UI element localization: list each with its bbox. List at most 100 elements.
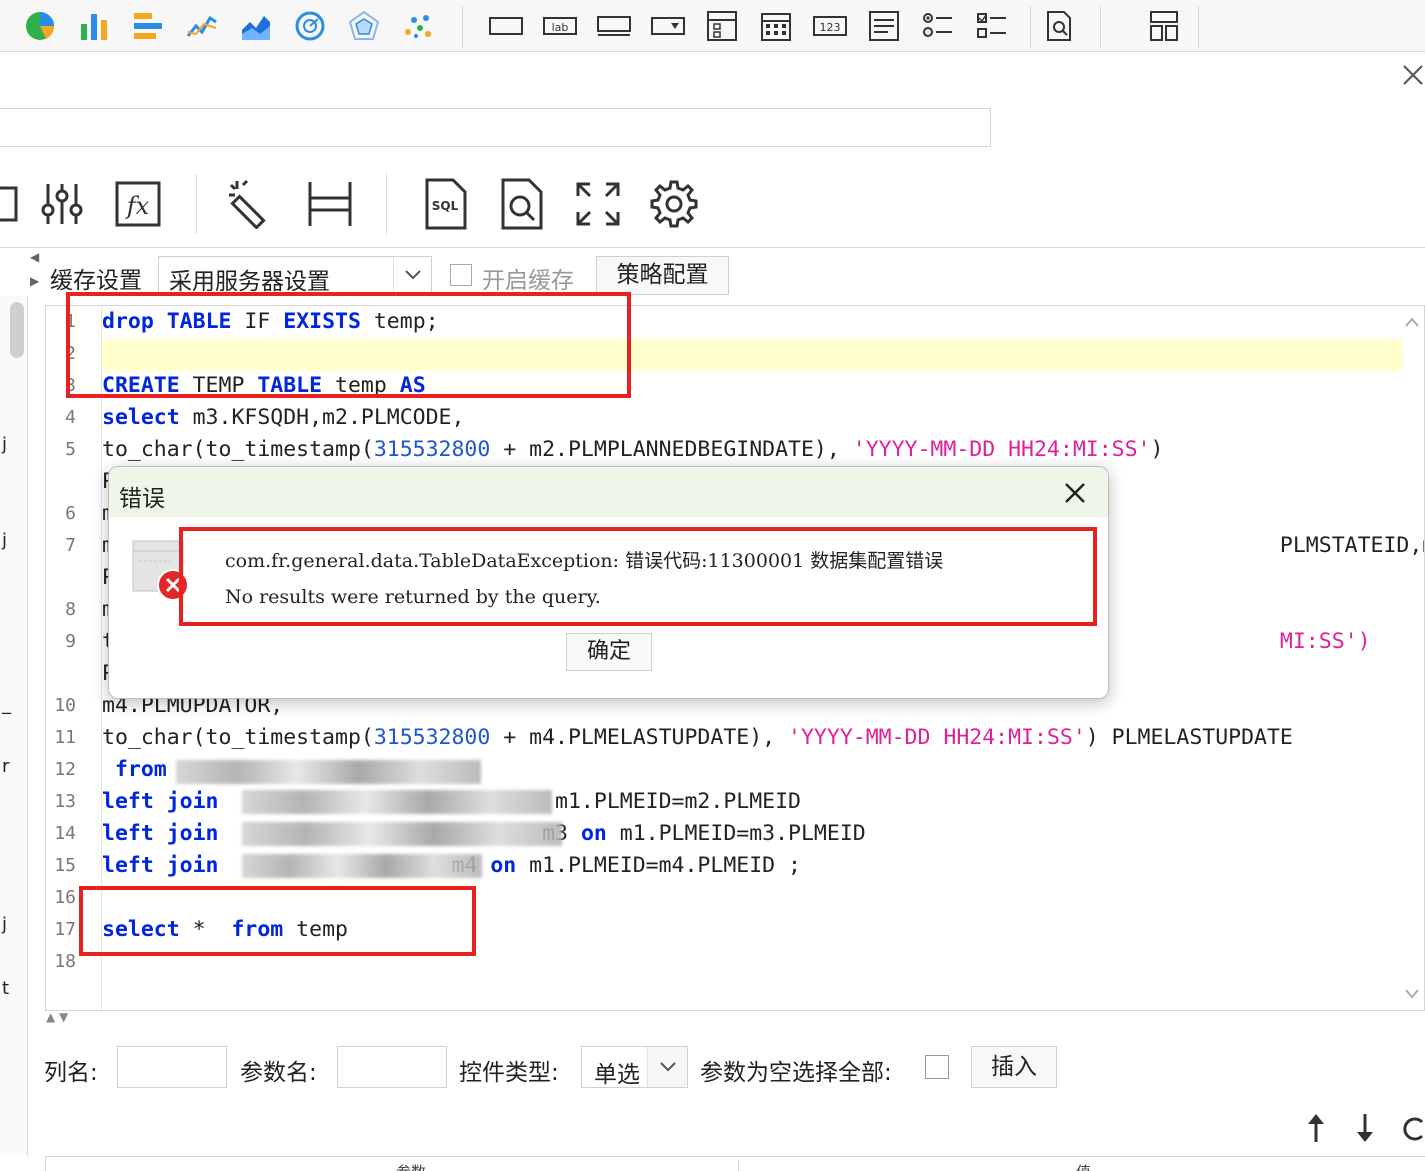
redacted-text	[242, 790, 552, 814]
column-name-input[interactable]	[117, 1046, 227, 1088]
tree-widget-icon[interactable]	[704, 8, 740, 44]
line-number: 15	[54, 855, 76, 876]
line-number: 14	[54, 823, 76, 844]
svg-text:lab: lab	[552, 21, 569, 34]
code-token: select	[102, 405, 180, 430]
code-text: select m3.KFSQDH,m2.PLMCODE,	[102, 402, 464, 434]
param-column-header: 参数	[396, 1161, 426, 1171]
code-token: + m2.PLMPLANNEDBEGINDATE),	[490, 437, 853, 462]
settings-gear-icon[interactable]	[646, 176, 702, 232]
chevron-down-icon[interactable]	[393, 257, 431, 293]
partial-icon[interactable]	[0, 176, 36, 232]
checkbox-group-icon[interactable]	[974, 8, 1010, 44]
dialog-title-bar: 错误	[109, 467, 1108, 517]
svg-text:123: 123	[820, 21, 841, 34]
code-token: MI:SS')	[1279, 629, 1371, 654]
fullscreen-icon[interactable]	[570, 176, 626, 232]
param-name-input[interactable]	[337, 1046, 447, 1088]
code-token: m3.KFSQDH,m2.PLMCODE,	[179, 405, 465, 430]
area-chart-icon[interactable]	[238, 8, 274, 44]
radio-group-icon[interactable]	[920, 8, 956, 44]
line-number: 11	[54, 727, 76, 748]
svg-text:fx: fx	[125, 192, 150, 220]
highlight-box-select-temp	[79, 886, 476, 956]
query-widget-icon[interactable]	[1042, 8, 1078, 44]
left-panel-scrollbar[interactable]	[10, 302, 24, 358]
line-number: 10	[54, 695, 76, 716]
highlight-box-error	[179, 527, 1097, 626]
button-widget-icon[interactable]	[596, 8, 632, 44]
code-token: ) PLMELASTUPDATE	[1085, 725, 1293, 750]
param-name-label: 参数名:	[240, 1060, 317, 1086]
gauge-chart-icon[interactable]	[292, 8, 328, 44]
layout-icon[interactable]	[1146, 8, 1182, 44]
line-number: 18	[54, 951, 76, 972]
parameter-sliders-icon[interactable]	[34, 176, 90, 232]
code-text: to_char(to_timestamp(315532800 + m2.PLMP…	[102, 434, 1163, 466]
dataset-name-input[interactable]	[0, 108, 991, 147]
dialog-close-icon[interactable]	[1059, 477, 1091, 509]
code-token: left join	[102, 821, 219, 846]
preview-icon[interactable]	[494, 176, 550, 232]
column-name-label: 列名:	[44, 1060, 98, 1086]
chevron-down-icon[interactable]	[647, 1047, 687, 1087]
close-icon[interactable]	[1400, 62, 1425, 88]
code-token: from	[102, 757, 167, 782]
highlight-box-create-temp	[66, 292, 631, 398]
dialog-title: 错误	[119, 486, 165, 512]
scatter-chart-icon[interactable]	[400, 8, 436, 44]
enable-cache-checkbox[interactable]	[450, 264, 472, 286]
insert-button[interactable]: 插入	[971, 1046, 1057, 1088]
horizontal-bar-chart-icon[interactable]	[130, 8, 166, 44]
column-width-icon[interactable]	[302, 176, 358, 232]
redacted-text	[242, 854, 482, 878]
arrow-down-icon[interactable]	[1349, 1110, 1381, 1146]
line-number: 16	[54, 887, 76, 908]
line-number: 17	[54, 919, 76, 940]
ok-button[interactable]: 确定	[566, 633, 652, 671]
cache-mode-select[interactable]: 采用服务器设置	[158, 256, 432, 295]
bar-chart-icon[interactable]	[76, 8, 112, 44]
code-token: 315532800	[373, 725, 491, 750]
dropdown-widget-icon[interactable]	[650, 8, 686, 44]
text-box-icon[interactable]	[488, 8, 524, 44]
line-number: 13	[54, 791, 76, 812]
refresh-icon[interactable]	[1398, 1110, 1425, 1146]
radar-chart-icon[interactable]	[346, 8, 382, 44]
expand-arrow-icon[interactable]: ▶	[30, 274, 39, 288]
cache-settings-label: 缓存设置	[50, 268, 142, 294]
empty-select-all-checkbox[interactable]	[925, 1055, 949, 1079]
date-widget-icon[interactable]	[758, 8, 794, 44]
arrow-up-icon[interactable]	[1300, 1110, 1332, 1146]
code-token: on	[490, 853, 517, 878]
empty-select-all-label: 参数为空选择全部:	[700, 1060, 892, 1086]
parameter-table-header: 参数 值	[45, 1156, 1425, 1171]
parameter-row: 列名: 参数名: 控件类型: 单选 参数为空选择全部: 插入	[0, 1044, 1425, 1092]
formula-icon[interactable]: fx	[110, 176, 166, 232]
magic-wand-icon[interactable]	[224, 176, 280, 232]
control-type-select[interactable]: 单选	[581, 1046, 688, 1088]
number-widget-icon[interactable]: 123	[812, 8, 848, 44]
cache-settings-row: ◀ ▶ 缓存设置 采用服务器设置 开启缓存 策略配置	[0, 250, 1425, 296]
label-icon[interactable]: lab	[542, 8, 578, 44]
editor-scrollbar[interactable]	[1400, 306, 1424, 1010]
code-token: to_char(to_timestamp(	[102, 725, 374, 750]
line-chart-icon[interactable]	[184, 8, 220, 44]
sql-file-icon[interactable]: SQL	[418, 176, 474, 232]
text-area-widget-icon[interactable]	[866, 8, 902, 44]
code-token: 315532800	[373, 437, 491, 462]
line-number: 7	[65, 535, 76, 556]
control-type-label: 控件类型:	[459, 1060, 559, 1086]
redacted-text	[176, 760, 481, 784]
strategy-config-button[interactable]: 策略配置	[596, 256, 729, 295]
collapse-arrow-icon[interactable]: ◀	[30, 250, 39, 264]
code-token: left join	[102, 789, 219, 814]
pie-chart-icon[interactable]	[22, 8, 58, 44]
splitter-arrows-icon[interactable]: ▲ ▼	[46, 1010, 68, 1024]
line-number: 4	[65, 407, 76, 428]
code-token: + m4.PLMELASTUPDATE),	[490, 725, 789, 750]
code-text: from	[102, 754, 167, 786]
line-number: 6	[65, 503, 76, 524]
svg-text:SQL: SQL	[432, 199, 459, 213]
line-number: 5	[65, 439, 76, 460]
